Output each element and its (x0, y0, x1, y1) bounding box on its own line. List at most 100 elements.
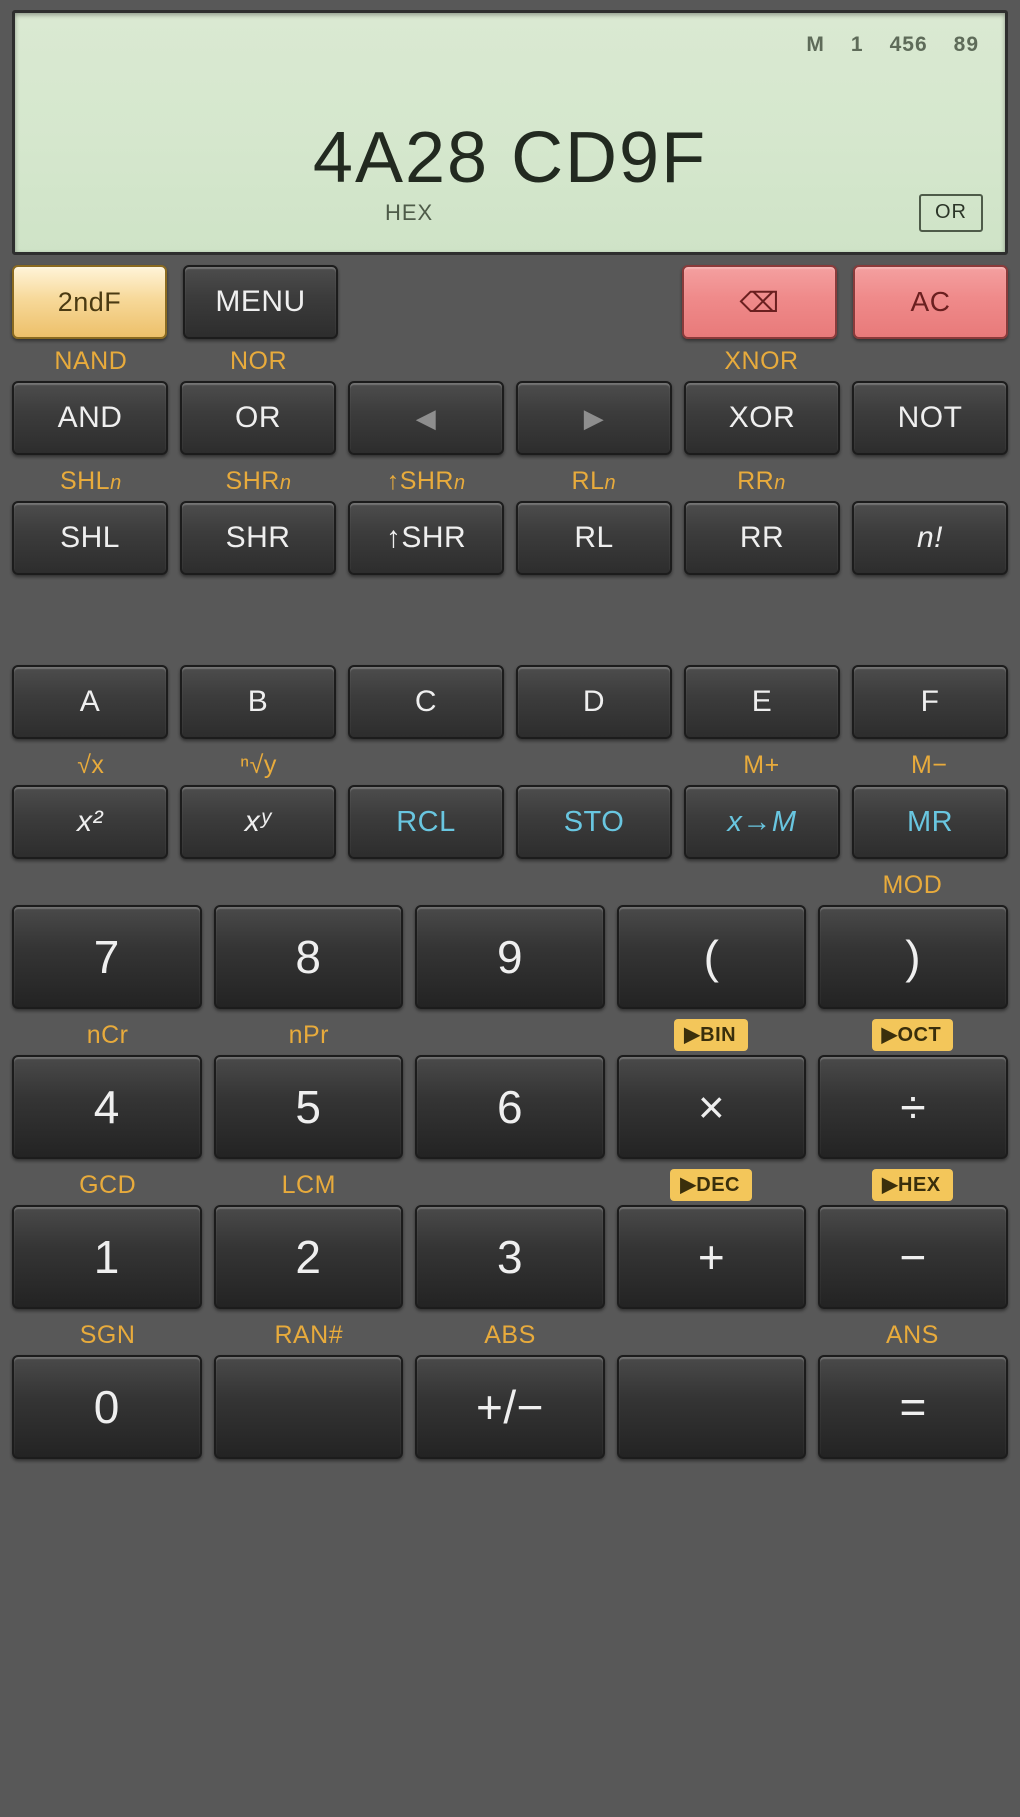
key-plus[interactable]: + (616, 1205, 807, 1309)
key-x[interactable]: xʸ (180, 785, 336, 859)
shift-label-xnor: XNOR (724, 346, 799, 375)
shift-label-upshrn: ↑SHRn (386, 466, 466, 495)
shift-label-npr: nPr (288, 1020, 329, 1049)
key-row: 4 5 6 × ÷ (12, 1055, 1008, 1159)
mode-badge-to-oct: ▶OCT (871, 1019, 954, 1051)
key-mr[interactable]: MR (852, 785, 1008, 859)
shift-label-row: SHLn SHRn ↑SHRn RLn RRn (12, 463, 1008, 499)
key-label: 8 (295, 931, 322, 983)
shift-label-row: √x ⁿ√y M+ M− (12, 747, 1008, 783)
key-c[interactable]: C (348, 665, 504, 739)
shift-label-row: GCD LCM ▶DEC ▶HEX (12, 1167, 1008, 1203)
key-x[interactable]: x² (12, 785, 168, 859)
shift-label-row (12, 627, 1008, 663)
key-row: SHL SHR ↑SHR RL RR n! (12, 501, 1008, 575)
key-label: ) (905, 931, 922, 983)
key-shr[interactable]: SHR (180, 501, 336, 575)
key-rr[interactable]: RR (684, 501, 840, 575)
key-1[interactable]: 1 (12, 1205, 202, 1309)
key-6[interactable]: 6 (415, 1055, 605, 1159)
shift-label-mminus: M− (910, 750, 948, 779)
mode-badge-to-bin: ▶BIN (674, 1019, 749, 1051)
key-divide[interactable]: ÷ (818, 1055, 1008, 1159)
second-function-button[interactable]: 2ndF (12, 265, 167, 339)
key-label: STO (563, 805, 625, 838)
key-7[interactable]: 7 (12, 905, 202, 1009)
key-8[interactable]: 8 (213, 905, 404, 1009)
key-rcl[interactable]: RCL (348, 785, 504, 859)
key-label: + (697, 1231, 726, 1283)
key-upshr[interactable]: ↑SHR (348, 501, 504, 575)
shift-label-lcm: LCM (281, 1170, 336, 1199)
key-label: x² (77, 805, 103, 838)
key-x-m[interactable]: x→M (684, 785, 840, 859)
key-sto[interactable]: STO (516, 785, 672, 859)
key-label: OR (235, 401, 281, 434)
key-3[interactable]: 3 (415, 1205, 605, 1309)
key-b[interactable]: B (180, 665, 336, 739)
key-f[interactable]: F (852, 665, 1008, 739)
key-label: 4 (93, 1081, 120, 1133)
key-4[interactable]: 4 (12, 1055, 202, 1159)
key-label: 0 (93, 1381, 120, 1433)
key-blank[interactable]: ◀ (348, 381, 504, 455)
key-open-paren[interactable]: ( (616, 905, 807, 1009)
key-2[interactable]: 2 (213, 1205, 404, 1309)
lcd-display: M 1 456 89 4A28 CD9F HEX OR (12, 10, 1008, 255)
key-label: RL (574, 521, 614, 554)
key-label: A (79, 685, 101, 718)
key-a[interactable]: A (12, 665, 168, 739)
indicator-1: 1 (850, 33, 864, 56)
key-multiply[interactable]: × (616, 1055, 807, 1159)
backspace-button[interactable]: ⌫ (682, 265, 837, 339)
key-row: 0 +/− = (12, 1355, 1008, 1459)
key-and[interactable]: AND (12, 381, 168, 455)
menu-label: MENU (215, 285, 306, 318)
key-label: F (920, 685, 940, 718)
key-to[interactable]: ▶ (516, 381, 672, 455)
number-key-section: MOD 7 8 9 () nCr nPr ▶BIN ▶OCT 4 5 6 × ÷ GCD LCM ▶DEC ▶HE… (12, 867, 1008, 1459)
key-label: B (247, 685, 269, 718)
key-9[interactable]: 9 (415, 905, 605, 1009)
key-row: x² xʸ RCL STO x→M MR (12, 785, 1008, 859)
key-shl[interactable]: SHL (12, 501, 168, 575)
key-rl[interactable]: RL (516, 501, 672, 575)
key-e[interactable]: E (684, 665, 840, 739)
key-plus-minus[interactable]: +/− (415, 1355, 605, 1459)
shift-label-row: NAND NOR XNOR (12, 343, 1008, 379)
key-label: +/− (475, 1381, 544, 1433)
shift-label-row: SGN RAN# ABS ANS (12, 1317, 1008, 1353)
key-or[interactable]: OR (180, 381, 336, 455)
key-label: x→M (727, 805, 797, 838)
all-clear-button[interactable]: AC (853, 265, 1008, 339)
key-row: 7 8 9 () (12, 905, 1008, 1009)
key-label: ◀ (415, 402, 437, 433)
key-5[interactable]: 5 (213, 1055, 404, 1159)
shift-label-shln: SHLn (59, 466, 122, 495)
key-close-paren[interactable]: ) (818, 905, 1008, 1009)
key-n[interactable]: n! (852, 501, 1008, 575)
key-not[interactable]: NOT (852, 381, 1008, 455)
menu-button[interactable]: MENU (183, 265, 338, 339)
key-label: ↑SHR (385, 521, 467, 554)
shift-label-shrn: SHRn (225, 466, 292, 495)
key-xor[interactable]: XOR (684, 381, 840, 455)
key-equals[interactable]: = (818, 1355, 1008, 1459)
shift-label-mod: MOD (882, 870, 943, 899)
shift-label-nor: NOR (229, 346, 288, 375)
key-label: 7 (93, 931, 120, 983)
shift-label-abs: ABS (484, 1320, 536, 1349)
key-label: − (899, 1231, 927, 1283)
shift-label-ncr: nCr (86, 1020, 129, 1049)
key-label: = (899, 1381, 927, 1433)
key-minus[interactable]: − (818, 1205, 1008, 1309)
key-label: C (414, 685, 438, 718)
key-0[interactable]: 0 (12, 1355, 202, 1459)
shift-label-row: nCr nPr ▶BIN ▶OCT (12, 1017, 1008, 1053)
shift-label-rln: RLn (571, 466, 617, 495)
indicator-memory: M (806, 33, 825, 56)
display-pending-operator: OR (919, 194, 983, 232)
key-d[interactable]: D (516, 665, 672, 739)
shift-label-mplus: M+ (743, 750, 780, 779)
second-function-label: 2ndF (57, 286, 122, 317)
